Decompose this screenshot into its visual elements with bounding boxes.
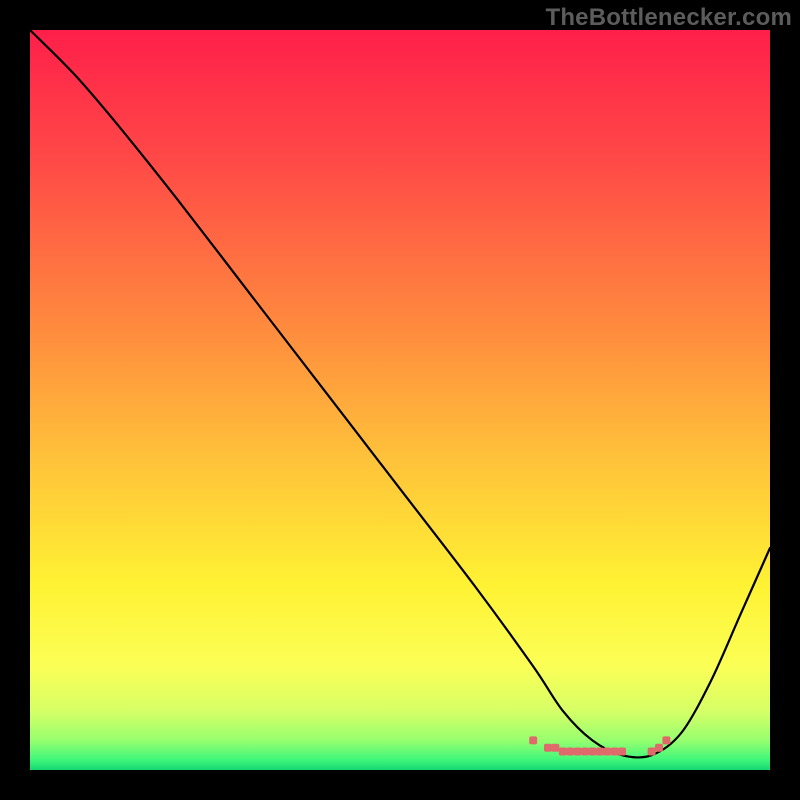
optimal-marker: [618, 748, 626, 756]
optimal-marker: [581, 748, 589, 756]
watermark-text: TheBottlenecker.com: [545, 4, 792, 32]
optimal-marker: [544, 744, 552, 752]
optimal-marker: [588, 748, 596, 756]
optimal-marker: [551, 744, 559, 752]
optimal-marker: [566, 748, 574, 756]
bottleneck-curve: [30, 30, 770, 757]
curve-layer: [30, 30, 770, 770]
plot-area: [30, 30, 770, 770]
optimal-marker: [603, 748, 611, 756]
optimal-marker: [574, 748, 582, 756]
optimal-marker: [611, 748, 619, 756]
optimal-marker: [662, 736, 670, 744]
optimal-marker: [596, 748, 604, 756]
optimal-marker: [655, 744, 663, 752]
chart-frame: TheBottlenecker.com: [0, 0, 800, 800]
optimal-marker: [529, 736, 537, 744]
optimal-marker: [648, 748, 656, 756]
optimal-marker: [559, 748, 567, 756]
